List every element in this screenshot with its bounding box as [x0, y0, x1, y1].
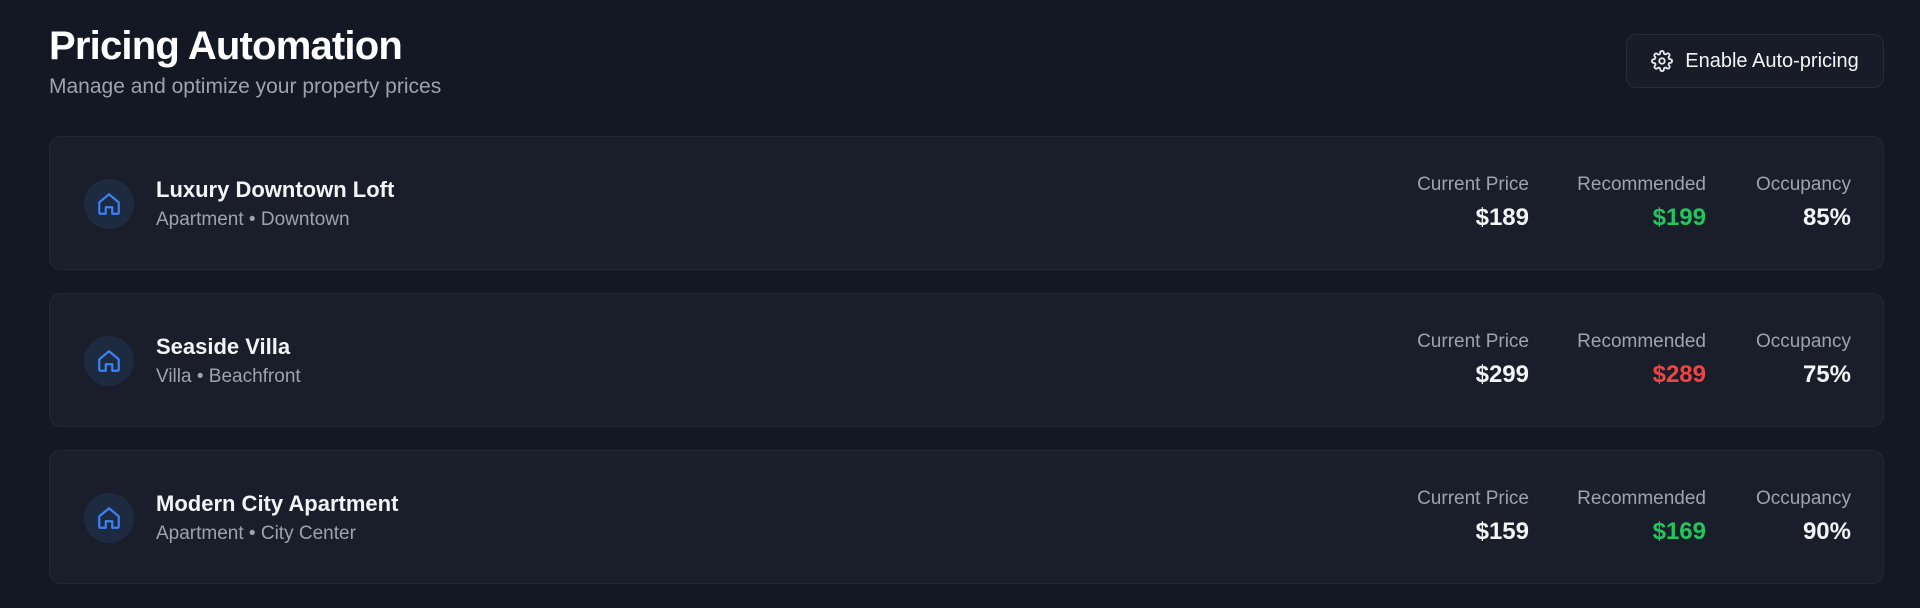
house-icon	[84, 493, 134, 543]
current-price-value: $159	[1475, 518, 1529, 545]
pricing-automation-page: Pricing Automation Manage and optimize y…	[0, 0, 1920, 608]
enable-auto-pricing-button[interactable]: Enable Auto-pricing	[1626, 34, 1884, 88]
property-list: Luxury Downtown Loft Apartment • Downtow…	[49, 136, 1884, 607]
page-title: Pricing Automation	[49, 24, 403, 68]
enable-auto-pricing-label: Enable Auto-pricing	[1685, 49, 1859, 72]
recommended-label: Recommended	[1577, 331, 1706, 352]
current-price-stat: Current Price $159	[1417, 487, 1529, 547]
current-price-stat: Current Price $299	[1417, 330, 1529, 390]
recommended-value: $199	[1652, 204, 1706, 231]
property-name: Seaside Villa	[156, 334, 291, 359]
occupancy-value: 85%	[1802, 204, 1851, 231]
current-price-label: Current Price	[1417, 331, 1529, 352]
occupancy-stat: Occupancy 85%	[1756, 173, 1851, 233]
current-price-value: $189	[1475, 204, 1529, 231]
property-name: Modern City Apartment	[156, 491, 399, 516]
property-meta: Villa • Beachfront	[156, 366, 301, 387]
occupancy-stat: Occupancy 75%	[1756, 330, 1851, 390]
property-meta: Apartment • Downtown	[156, 209, 350, 230]
recommended-stat: Recommended $169	[1577, 487, 1706, 547]
recommended-stat: Recommended $199	[1577, 173, 1706, 233]
recommended-label: Recommended	[1577, 174, 1706, 195]
house-icon	[84, 179, 134, 229]
current-price-label: Current Price	[1417, 174, 1529, 195]
occupancy-label: Occupancy	[1755, 488, 1851, 509]
occupancy-value: 75%	[1802, 361, 1851, 388]
house-icon	[84, 336, 134, 386]
recommended-value: $289	[1652, 361, 1706, 388]
gear-icon	[1651, 50, 1674, 72]
current-price-stat: Current Price $189	[1417, 173, 1529, 233]
property-name: Luxury Downtown Loft	[156, 177, 395, 202]
property-meta: Apartment • City Center	[156, 523, 356, 544]
recommended-value: $169	[1652, 518, 1706, 545]
occupancy-value: 90%	[1802, 518, 1851, 545]
current-price-value: $299	[1475, 361, 1529, 388]
occupancy-label: Occupancy	[1755, 331, 1851, 352]
property-card[interactable]: Seaside Villa Villa • Beachfront Current…	[49, 293, 1884, 427]
property-card[interactable]: Luxury Downtown Loft Apartment • Downtow…	[49, 136, 1884, 270]
recommended-stat: Recommended $289	[1577, 330, 1706, 390]
current-price-label: Current Price	[1417, 488, 1529, 509]
occupancy-stat: Occupancy 90%	[1756, 487, 1851, 547]
page-subtitle: Manage and optimize your property prices	[49, 75, 442, 98]
page-header: Pricing Automation Manage and optimize y…	[49, 0, 1884, 136]
occupancy-label: Occupancy	[1755, 174, 1851, 195]
recommended-label: Recommended	[1577, 488, 1706, 509]
property-card[interactable]: Modern City Apartment Apartment • City C…	[49, 450, 1884, 584]
